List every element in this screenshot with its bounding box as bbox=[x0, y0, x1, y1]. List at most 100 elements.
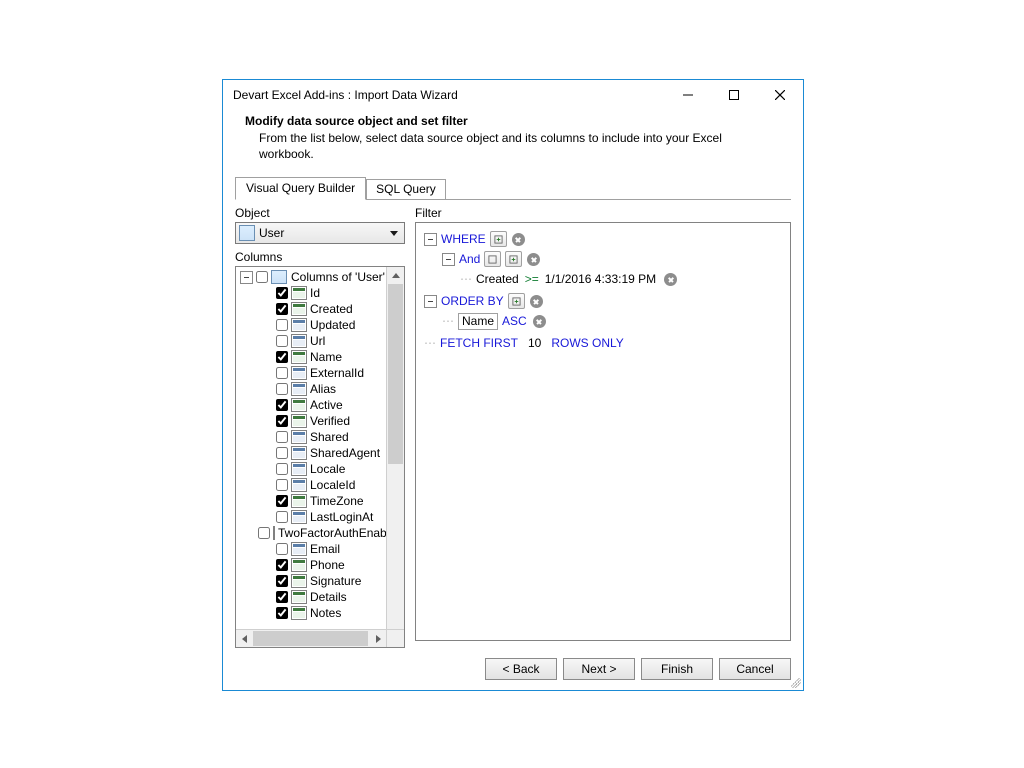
column-checkbox[interactable] bbox=[276, 399, 288, 411]
root-checkbox[interactable] bbox=[256, 271, 268, 283]
column-checkbox[interactable] bbox=[276, 543, 288, 555]
expander-minus-icon[interactable] bbox=[442, 253, 455, 266]
order-field[interactable]: Name bbox=[458, 313, 498, 330]
tree-row[interactable]: Alias bbox=[238, 381, 387, 397]
tree-connector bbox=[258, 349, 276, 365]
tab-visual-query-builder[interactable]: Visual Query Builder bbox=[235, 177, 366, 200]
column-label: TimeZone bbox=[310, 494, 364, 508]
minimize-button[interactable] bbox=[665, 80, 711, 110]
condition-row[interactable]: ⋯ Created >= 1/1/2016 4:33:19 PM bbox=[460, 269, 782, 289]
tree-connector: ⋯ bbox=[460, 272, 476, 286]
column-checkbox[interactable] bbox=[276, 383, 288, 395]
columns-tree[interactable]: Columns of 'User' IdCreatedUpdatedUrlNam… bbox=[235, 266, 405, 648]
column-icon bbox=[273, 526, 275, 540]
tree-connector bbox=[258, 541, 276, 557]
tree-row[interactable]: TwoFactorAuthEnabled bbox=[238, 525, 387, 541]
tree-row[interactable]: Signature bbox=[238, 573, 387, 589]
tree-row[interactable]: Active bbox=[238, 397, 387, 413]
tree-row[interactable]: Notes bbox=[238, 605, 387, 621]
scroll-left-icon[interactable] bbox=[236, 630, 253, 647]
column-checkbox[interactable] bbox=[276, 447, 288, 459]
tree-row[interactable]: Verified bbox=[238, 413, 387, 429]
column-checkbox[interactable] bbox=[276, 479, 288, 491]
condition-value[interactable]: 1/1/2016 4:33:19 PM bbox=[545, 272, 656, 286]
tree-row[interactable]: LastLoginAt bbox=[238, 509, 387, 525]
column-checkbox[interactable] bbox=[276, 511, 288, 523]
horizontal-scrollbar[interactable] bbox=[236, 629, 387, 647]
tree-connector bbox=[258, 605, 276, 621]
tree-row[interactable]: LocaleId bbox=[238, 477, 387, 493]
tree-row[interactable]: Shared bbox=[238, 429, 387, 445]
column-icon bbox=[291, 382, 307, 396]
column-label: SharedAgent bbox=[310, 446, 380, 460]
next-button[interactable]: Next > bbox=[563, 658, 635, 680]
column-checkbox[interactable] bbox=[276, 303, 288, 315]
add-condition-button[interactable] bbox=[505, 251, 522, 267]
vertical-scrollbar[interactable] bbox=[386, 267, 404, 647]
column-icon bbox=[291, 366, 307, 380]
column-checkbox[interactable] bbox=[276, 287, 288, 299]
add-order-button[interactable] bbox=[508, 293, 525, 309]
column-checkbox[interactable] bbox=[276, 495, 288, 507]
column-checkbox[interactable] bbox=[276, 591, 288, 603]
condition-field[interactable]: Created bbox=[476, 272, 519, 286]
cancel-button[interactable]: Cancel bbox=[719, 658, 791, 680]
close-button[interactable] bbox=[757, 80, 803, 110]
column-checkbox[interactable] bbox=[276, 575, 288, 587]
add-group-button[interactable] bbox=[484, 251, 501, 267]
column-checkbox[interactable] bbox=[276, 351, 288, 363]
delete-button[interactable] bbox=[530, 295, 543, 308]
tree-row[interactable]: TimeZone bbox=[238, 493, 387, 509]
object-dropdown[interactable]: User bbox=[235, 222, 405, 244]
column-checkbox[interactable] bbox=[276, 431, 288, 443]
maximize-button[interactable] bbox=[711, 80, 757, 110]
column-checkbox[interactable] bbox=[258, 527, 270, 539]
column-checkbox[interactable] bbox=[276, 415, 288, 427]
column-checkbox[interactable] bbox=[276, 367, 288, 379]
tree-row[interactable]: Name bbox=[238, 349, 387, 365]
column-checkbox[interactable] bbox=[276, 319, 288, 331]
hscroll-thumb[interactable] bbox=[253, 631, 368, 646]
delete-button[interactable] bbox=[527, 253, 540, 266]
order-direction[interactable]: ASC bbox=[502, 314, 527, 328]
resize-grip-icon[interactable] bbox=[791, 678, 801, 688]
delete-button[interactable] bbox=[533, 315, 546, 328]
column-checkbox[interactable] bbox=[276, 559, 288, 571]
tree-row[interactable]: SharedAgent bbox=[238, 445, 387, 461]
expander-minus-icon[interactable] bbox=[424, 295, 437, 308]
scroll-right-icon[interactable] bbox=[370, 630, 387, 647]
back-button[interactable]: < Back bbox=[485, 658, 557, 680]
tree-row[interactable]: Updated bbox=[238, 317, 387, 333]
delete-button[interactable] bbox=[664, 273, 677, 286]
tree-connector bbox=[258, 573, 276, 589]
fetch-count[interactable]: 10 bbox=[528, 336, 541, 350]
orderby-row[interactable]: ORDER BY bbox=[424, 291, 782, 311]
finish-button[interactable]: Finish bbox=[641, 658, 713, 680]
add-condition-button[interactable] bbox=[490, 231, 507, 247]
tree-row[interactable]: Locale bbox=[238, 461, 387, 477]
order-condition-row[interactable]: ⋯ Name ASC bbox=[442, 311, 782, 331]
column-checkbox[interactable] bbox=[276, 335, 288, 347]
tree-root-row[interactable]: Columns of 'User' bbox=[238, 269, 387, 285]
where-row[interactable]: WHERE bbox=[424, 229, 782, 249]
tree-row[interactable]: Email bbox=[238, 541, 387, 557]
fetch-first-row[interactable]: ⋯ FETCH FIRST 10 ROWS ONLY bbox=[424, 333, 782, 353]
column-checkbox[interactable] bbox=[276, 607, 288, 619]
tree-row[interactable]: Details bbox=[238, 589, 387, 605]
column-icon bbox=[291, 286, 307, 300]
expander-minus-icon[interactable] bbox=[424, 233, 437, 246]
delete-button[interactable] bbox=[512, 233, 525, 246]
scroll-thumb[interactable] bbox=[388, 284, 403, 464]
scroll-up-icon[interactable] bbox=[387, 267, 404, 284]
tree-row[interactable]: Phone bbox=[238, 557, 387, 573]
tree-connector bbox=[258, 557, 276, 573]
tab-sql-query[interactable]: SQL Query bbox=[366, 179, 446, 199]
tree-row[interactable]: ExternalId bbox=[238, 365, 387, 381]
condition-operator[interactable]: >= bbox=[525, 272, 539, 286]
tree-row[interactable]: Created bbox=[238, 301, 387, 317]
expander-minus-icon[interactable] bbox=[240, 271, 253, 284]
and-row[interactable]: And bbox=[442, 249, 782, 269]
tree-row[interactable]: Id bbox=[238, 285, 387, 301]
column-checkbox[interactable] bbox=[276, 463, 288, 475]
tree-row[interactable]: Url bbox=[238, 333, 387, 349]
